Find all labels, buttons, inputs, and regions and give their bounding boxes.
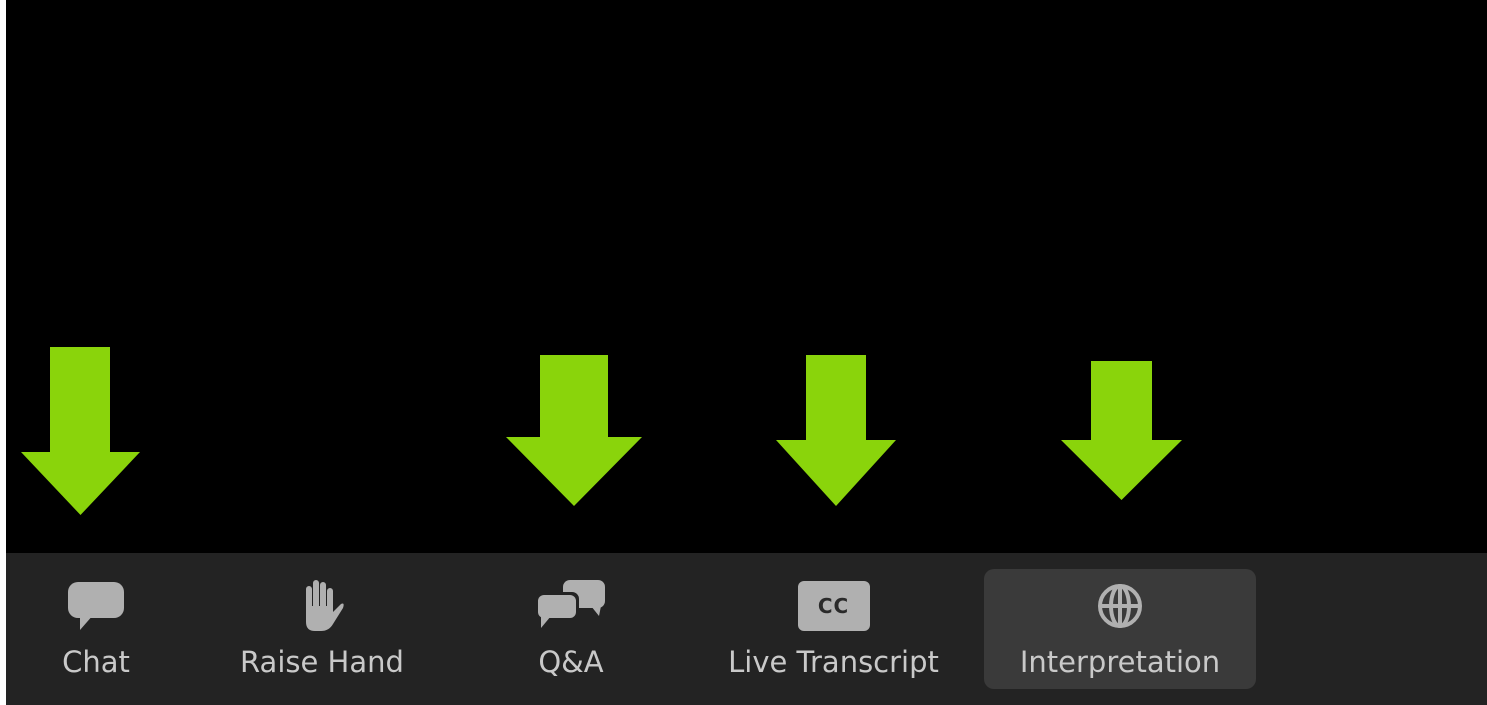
closed-captions-text: CC [817, 594, 850, 618]
meeting-toolbar: Chat Raise Hand Q&A CC Live Transcript I… [6, 553, 1487, 705]
annotation-arrow-chat [21, 347, 140, 515]
meeting-window: Chat Raise Hand Q&A CC Live Transcript I… [0, 0, 1487, 705]
globe-icon [984, 577, 1256, 635]
qa-label: Q&A [538, 645, 604, 679]
chat-bubble-icon [26, 577, 166, 635]
live-transcript-label: Live Transcript [728, 645, 939, 679]
raise-hand-label: Raise Hand [240, 645, 404, 679]
closed-captions-badge: CC [797, 581, 870, 631]
video-area [6, 0, 1487, 553]
annotation-arrow-live-transcript [776, 355, 896, 506]
chat-label: Chat [62, 645, 130, 679]
chat-button[interactable]: Chat [26, 569, 166, 687]
interpretation-label: Interpretation [1019, 645, 1221, 679]
qa-bubbles-icon [511, 577, 631, 635]
annotation-arrow-qa [506, 355, 642, 506]
qa-button[interactable]: Q&A [511, 569, 631, 687]
live-transcript-button[interactable]: CC Live Transcript [706, 569, 961, 687]
interpretation-button[interactable]: Interpretation [984, 569, 1256, 689]
closed-captions-icon: CC [706, 577, 961, 635]
annotation-arrow-interpretation [1061, 361, 1182, 500]
raise-hand-button[interactable]: Raise Hand [222, 569, 422, 687]
raise-hand-icon [222, 577, 422, 635]
